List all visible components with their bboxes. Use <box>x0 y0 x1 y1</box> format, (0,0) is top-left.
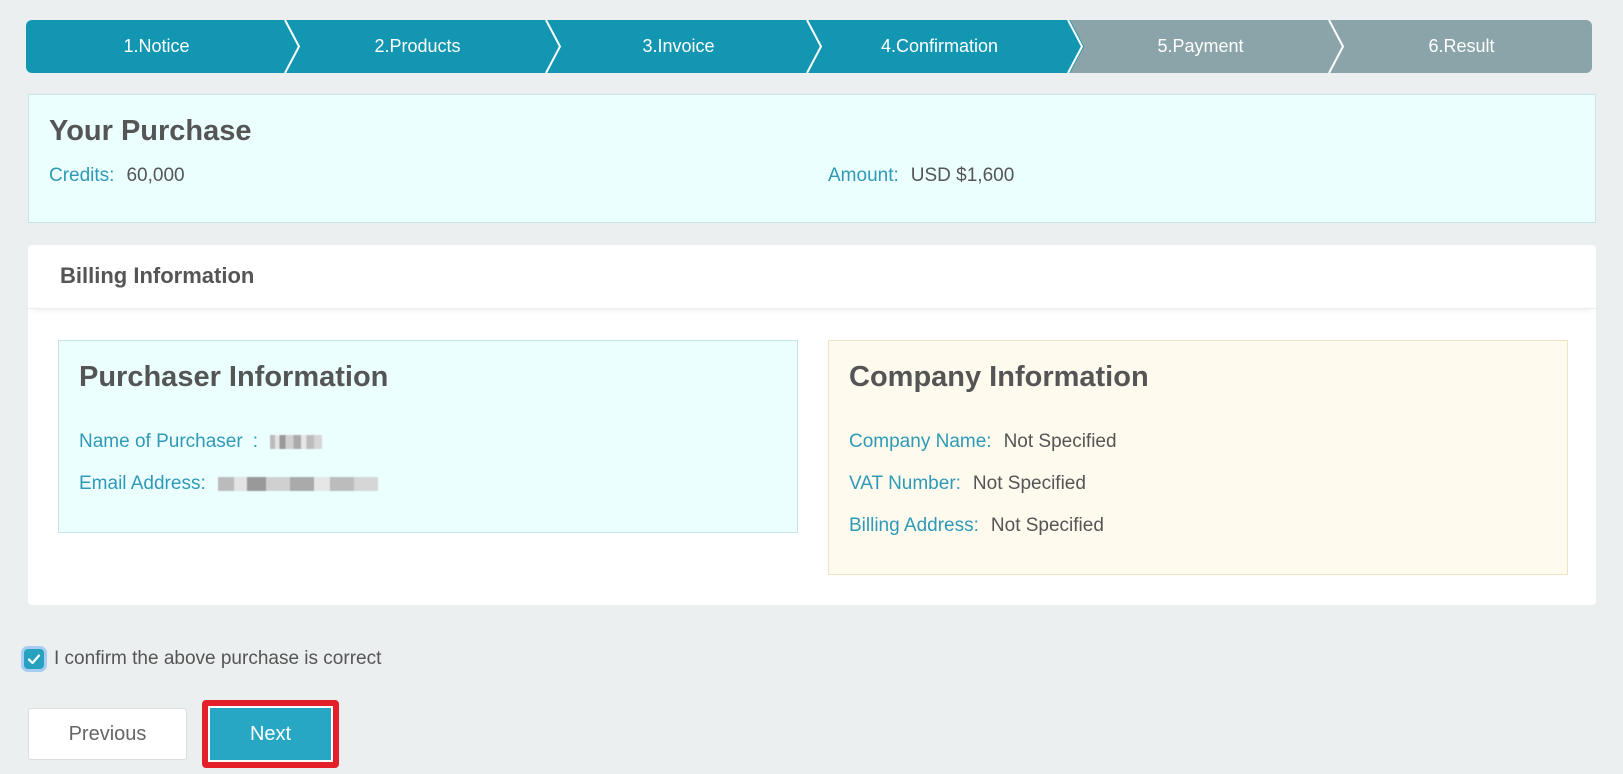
billing-card: Billing Information Purchaser Informatio… <box>28 245 1596 605</box>
billing-address-row: Billing Address: Not Specified <box>849 515 1104 537</box>
confirm-label[interactable]: I confirm the above purchase is correct <box>54 648 381 670</box>
step-invoice: 3.Invoice <box>548 20 823 73</box>
company-name-label: Company Name: <box>849 431 992 452</box>
next-button[interactable]: Next <box>202 700 339 768</box>
chevron-right-icon <box>1056 20 1084 73</box>
amount-label: Amount: <box>828 165 899 186</box>
confirm-checkbox[interactable] <box>24 649 44 669</box>
step-payment: 5.Payment <box>1070 20 1345 73</box>
chevron-right-icon <box>1317 20 1345 73</box>
purchase-title: Your Purchase <box>49 115 252 147</box>
purchaser-email-label: Email Address: <box>79 473 206 494</box>
purchaser-name-label: Name of Purchaser <box>79 431 243 452</box>
checkmark-icon <box>27 654 41 665</box>
credits-label: Credits: <box>49 165 115 186</box>
redacted-name <box>269 434 322 449</box>
company-name-row: Company Name: Not Specified <box>849 431 1117 453</box>
step-label: 5.Payment <box>1157 36 1244 56</box>
progress-stepper: 1.Notice 2.Products 3.Invoice 4.Confirma… <box>26 20 1592 73</box>
step-label: 3.Invoice <box>642 36 715 56</box>
step-confirmation: 4.Confirmation <box>809 20 1084 73</box>
chevron-right-icon <box>795 20 823 73</box>
purchaser-panel: Purchaser Information Name of Purchaser:… <box>58 340 798 533</box>
purchaser-title: Purchaser Information <box>79 361 389 393</box>
company-panel: Company Information Company Name: Not Spe… <box>828 340 1568 575</box>
credits-value: 60,000 <box>126 165 185 186</box>
vat-label: VAT Number: <box>849 473 961 494</box>
step-label: 1.Notice <box>123 36 190 56</box>
billing-address-label: Billing Address: <box>849 515 979 536</box>
purchaser-name-separator: : <box>252 431 258 452</box>
amount-row: Amount: USD $1,600 <box>828 165 1014 187</box>
redacted-email <box>217 476 378 491</box>
step-notice: 1.Notice <box>26 20 301 73</box>
step-result: 6.Result <box>1331 20 1592 73</box>
company-title: Company Information <box>849 361 1149 393</box>
confirm-row: I confirm the above purchase is correct <box>24 648 381 670</box>
purchase-summary: Your Purchase Credits: 60,000 Amount: USD … <box>28 94 1596 223</box>
purchaser-name-row: Name of Purchaser: <box>79 431 322 453</box>
next-button-label: Next <box>210 708 331 760</box>
credits-row: Credits: 60,000 <box>49 165 185 187</box>
billing-address-value: Not Specified <box>990 515 1104 536</box>
company-name-value: Not Specified <box>1003 431 1117 452</box>
previous-button[interactable]: Previous <box>28 708 187 760</box>
step-label: 2.Products <box>374 36 461 56</box>
chevron-right-icon <box>273 20 301 73</box>
step-label: 4.Confirmation <box>880 36 999 56</box>
purchaser-email-row: Email Address: <box>79 473 378 495</box>
billing-title: Billing Information <box>28 245 1596 309</box>
step-label: 6.Result <box>1428 36 1495 56</box>
vat-value: Not Specified <box>972 473 1086 494</box>
step-products: 2.Products <box>287 20 562 73</box>
amount-value: USD $1,600 <box>910 165 1015 186</box>
chevron-right-icon <box>534 20 562 73</box>
vat-row: VAT Number: Not Specified <box>849 473 1086 495</box>
